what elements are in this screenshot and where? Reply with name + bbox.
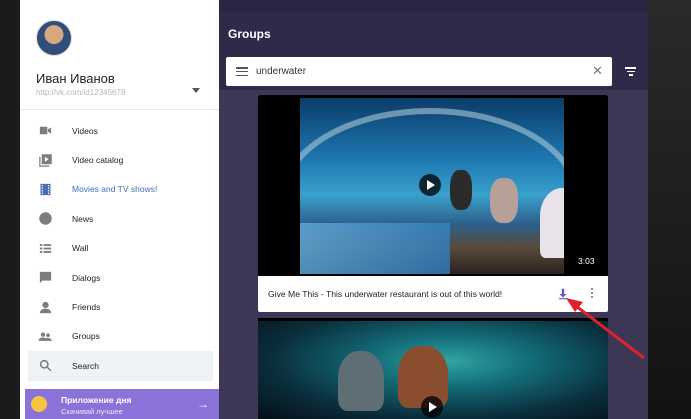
app-of-the-day-banner[interactable]: Приложение дня Скачивай лучшее → <box>25 389 219 419</box>
sidebar-item-friends[interactable]: Friends <box>20 292 219 321</box>
sidebar-item-label: Video catalog <box>72 155 124 166</box>
sidebar-item-news[interactable]: News <box>20 204 219 233</box>
more-vertical-icon[interactable] <box>589 288 595 300</box>
sidebar-item-movies[interactable]: Movies and TV shows! <box>20 175 219 204</box>
video-title[interactable]: Give Me This - This underwater restauran… <box>268 289 502 299</box>
download-icon[interactable] <box>556 287 570 301</box>
promo-subtitle: Скачивай лучшее <box>61 407 123 416</box>
filter-icon[interactable] <box>625 67 636 78</box>
sidebar-item-groups[interactable]: Groups <box>20 322 219 351</box>
desktop-background-left <box>0 0 20 419</box>
close-icon[interactable]: ✕ <box>592 64 603 78</box>
sidebar-item-wall[interactable]: Wall <box>20 234 219 263</box>
search-box[interactable]: ✕ <box>226 57 612 86</box>
chat-icon <box>36 269 54 287</box>
search-icon <box>36 357 54 375</box>
sidebar-item-label: Movies and TV shows! <box>72 184 158 195</box>
sidebar-item-video-catalog[interactable]: Video catalog <box>20 145 219 174</box>
sidebar-item-label: News <box>72 213 94 224</box>
desktop-background-right <box>648 0 691 419</box>
sidebar-divider <box>20 109 219 110</box>
user-profile-url: http://vk.com/id12345678 <box>36 88 126 97</box>
header-top-strip <box>219 0 648 12</box>
page-title: Groups <box>228 27 271 41</box>
arrow-right-icon[interactable]: → <box>197 397 209 411</box>
video-camera-icon <box>36 122 54 140</box>
video-result-card[interactable]: 3:03 Give Me This - This underwater rest… <box>258 95 608 312</box>
main-panel: Groups ✕ 3:03 Give Me This <box>219 0 648 419</box>
account-dropdown-icon[interactable] <box>192 88 200 93</box>
globe-icon <box>36 210 54 228</box>
film-icon <box>36 180 54 198</box>
video-library-icon <box>36 151 54 169</box>
header: Groups <box>219 0 648 52</box>
user-name: Иван Иванов <box>36 71 115 86</box>
promo-title: Приложение дня <box>61 395 132 405</box>
person-icon <box>36 298 54 316</box>
sidebar-item-label: Friends <box>72 302 101 313</box>
list-icon <box>36 239 54 257</box>
avatar[interactable] <box>36 20 72 56</box>
video-duration: 3:03 <box>578 256 595 266</box>
screen: Иван Иванов http://vk.com/id12345678 Vid… <box>0 0 691 419</box>
sidebar: Иван Иванов http://vk.com/id12345678 Vid… <box>20 0 219 419</box>
group-icon <box>36 327 54 345</box>
video-player[interactable]: 3:03 <box>258 95 608 276</box>
hamburger-menu-icon[interactable] <box>236 67 248 77</box>
play-icon[interactable] <box>421 396 443 418</box>
sidebar-item-label: Groups <box>72 331 100 342</box>
video-result-card[interactable] <box>258 318 608 419</box>
sidebar-item-label: Videos <box>72 125 98 136</box>
medal-icon <box>31 396 47 412</box>
sidebar-item-label: Dialogs <box>72 272 101 283</box>
sidebar-item-dialogs[interactable]: Dialogs <box>20 263 219 292</box>
sidebar-menu: Videos Video catalog Movies and TV shows… <box>20 116 219 381</box>
sidebar-item-label: Wall <box>72 243 89 254</box>
sidebar-item-search[interactable]: Search <box>28 351 213 381</box>
play-icon[interactable] <box>419 174 441 196</box>
search-input[interactable] <box>256 57 586 86</box>
sidebar-item-videos[interactable]: Videos <box>20 116 219 145</box>
sidebar-item-label: Search <box>72 360 99 371</box>
